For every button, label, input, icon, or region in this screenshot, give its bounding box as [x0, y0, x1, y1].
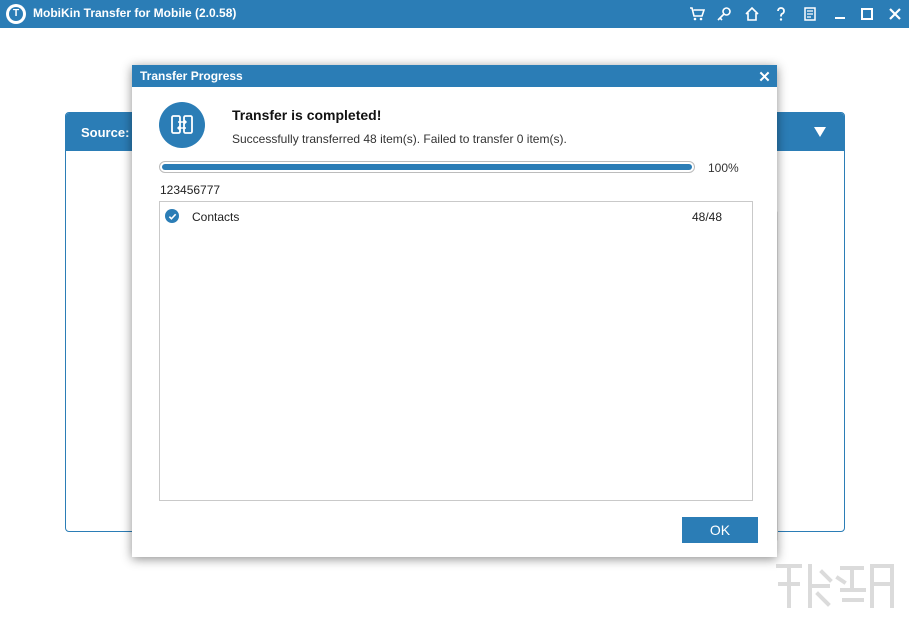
- progress-percent: 100%: [708, 161, 739, 175]
- home-icon[interactable]: [741, 3, 763, 25]
- transfer-icon: [159, 102, 205, 148]
- maximize-icon[interactable]: [856, 3, 878, 25]
- dialog-header: Transfer Progress: [132, 65, 777, 87]
- source-label: Source:: [81, 125, 130, 140]
- list-item-count: 48/48: [691, 210, 722, 224]
- check-icon: [165, 209, 179, 223]
- list-item: Contacts 48/48: [160, 202, 752, 228]
- minimize-icon[interactable]: [829, 3, 851, 25]
- app-title: MobiKin Transfer for Mobile (2.0.58): [33, 6, 237, 20]
- key-icon[interactable]: [713, 3, 735, 25]
- cart-icon[interactable]: [686, 3, 708, 25]
- device-name: 123456777: [160, 183, 221, 197]
- status-message: Successfully transferred 48 item(s). Fai…: [232, 132, 567, 146]
- status-title: Transfer is completed!: [232, 107, 382, 123]
- progress-bar: [159, 161, 695, 173]
- progress-fill: [162, 164, 692, 170]
- app-logo-letter: T: [9, 7, 23, 21]
- close-icon: [759, 71, 769, 81]
- dialog-title: Transfer Progress: [140, 69, 243, 83]
- app-logo: T: [6, 4, 26, 24]
- close-icon[interactable]: [884, 3, 906, 25]
- dialog-close-button[interactable]: [755, 67, 773, 85]
- watermark-logo: [776, 564, 894, 608]
- list-item-name: Contacts: [192, 210, 240, 224]
- transfer-progress-dialog: Transfer Progress Transfer is completed!…: [132, 65, 777, 557]
- chevron-down-icon[interactable]: [812, 125, 828, 139]
- feedback-icon[interactable]: [799, 3, 821, 25]
- transfer-items-list: Contacts 48/48: [159, 201, 753, 501]
- title-bar: T MobiKin Transfer for Mobile (2.0.58): [0, 0, 909, 28]
- help-icon[interactable]: [770, 3, 792, 25]
- ok-button[interactable]: OK: [682, 517, 758, 543]
